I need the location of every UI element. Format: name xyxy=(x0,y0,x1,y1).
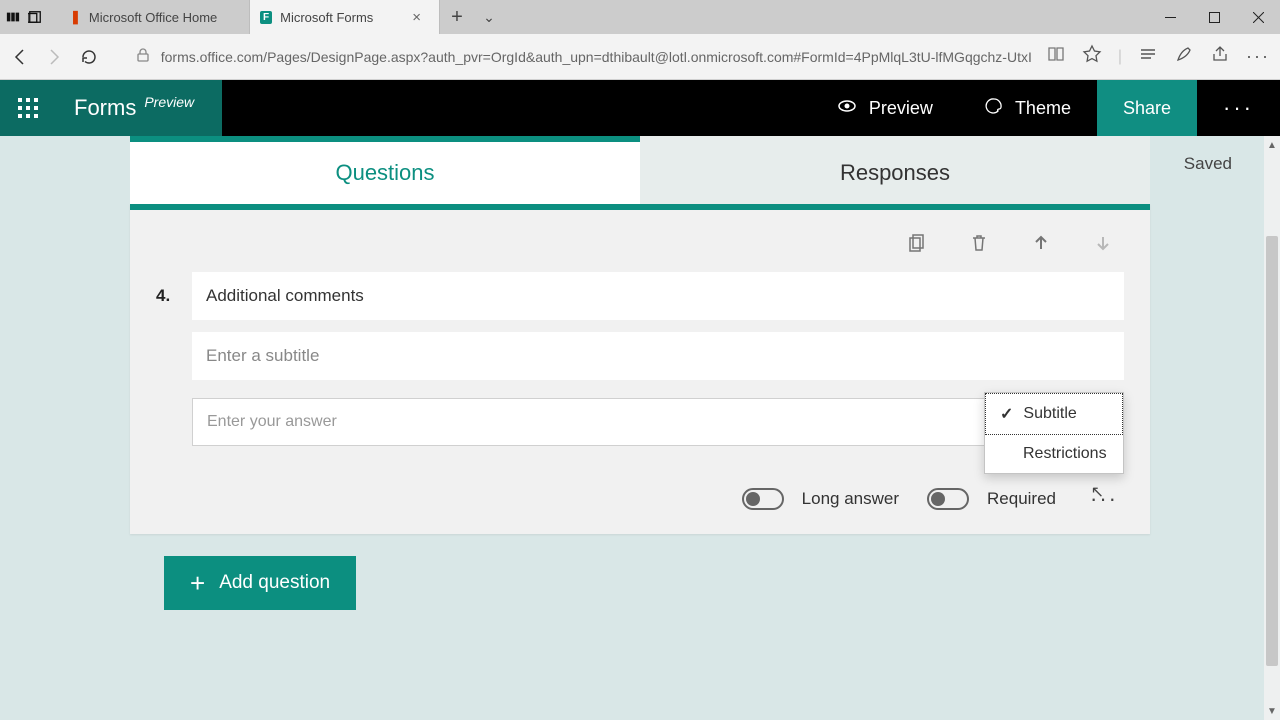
minimize-button[interactable] xyxy=(1148,0,1192,34)
add-question-label: Add question xyxy=(219,572,330,594)
menu-item-restrictions[interactable]: Restrictions xyxy=(985,435,1123,473)
lock-icon[interactable] xyxy=(135,47,151,66)
browser-toolbar: forms.office.com/Pages/DesignPage.aspx?a… xyxy=(0,34,1280,80)
browser-tab-forms[interactable]: F Microsoft Forms × xyxy=(250,0,440,34)
window-titlebar: ❚ Microsoft Office Home F Microsoft Form… xyxy=(0,0,1280,34)
question-options-menu: Subtitle Restrictions xyxy=(984,392,1124,474)
long-answer-toggle[interactable] xyxy=(742,488,784,510)
scroll-down-icon[interactable]: ▼ xyxy=(1264,702,1280,720)
cursor-icon: ↖ xyxy=(1091,482,1106,502)
eye-icon xyxy=(837,96,857,121)
notes-icon[interactable] xyxy=(1174,44,1194,69)
forms-icon: F xyxy=(260,11,272,24)
tab-dropdown-button[interactable]: ⌄ xyxy=(474,0,504,34)
required-toggle[interactable] xyxy=(927,488,969,510)
tab-label: Microsoft Office Home xyxy=(89,10,217,25)
move-up-button[interactable] xyxy=(1030,232,1052,254)
refresh-button[interactable] xyxy=(79,44,99,70)
reading-view-icon[interactable] xyxy=(1046,44,1066,69)
windows-icon[interactable] xyxy=(28,10,42,24)
long-answer-label: Long answer xyxy=(802,489,899,509)
tab-label: Microsoft Forms xyxy=(280,10,373,25)
menu-item-subtitle[interactable]: Subtitle xyxy=(985,393,1123,435)
brand[interactable]: Forms Preview xyxy=(56,80,222,136)
office-icon: ❚ xyxy=(70,9,81,25)
close-window-button[interactable] xyxy=(1236,0,1280,34)
add-question-button[interactable]: + Add question xyxy=(164,556,356,610)
preview-label: Preview xyxy=(869,98,933,119)
preview-button[interactable]: Preview xyxy=(811,80,959,136)
save-status: Saved xyxy=(1184,154,1232,174)
header-more-button[interactable]: ··· xyxy=(1197,95,1280,121)
move-down-button[interactable] xyxy=(1092,232,1114,254)
app-launcher-button[interactable] xyxy=(0,80,56,136)
tab-responses[interactable]: Responses xyxy=(640,136,1150,204)
theme-label: Theme xyxy=(1015,98,1071,119)
delete-question-button[interactable] xyxy=(968,232,990,254)
address-url[interactable]: forms.office.com/Pages/DesignPage.aspx?a… xyxy=(161,49,1032,65)
share-label: Share xyxy=(1123,98,1171,119)
tab-questions[interactable]: Questions xyxy=(130,136,640,204)
question-subtitle-input[interactable] xyxy=(192,332,1124,380)
app-header: Forms Preview Preview Theme Share ··· xyxy=(0,80,1280,136)
hub-icon[interactable] xyxy=(1138,44,1158,69)
brand-title: Forms xyxy=(74,95,136,121)
question-number: 4. xyxy=(156,272,176,306)
close-tab-icon[interactable]: × xyxy=(412,9,421,26)
maximize-button[interactable] xyxy=(1192,0,1236,34)
required-label: Required xyxy=(987,489,1056,509)
brand-subtitle: Preview xyxy=(144,94,194,110)
back-button[interactable] xyxy=(10,44,30,70)
page-body: Saved Questions Responses 4. xyxy=(0,136,1280,720)
palette-icon xyxy=(985,97,1003,120)
share-page-icon[interactable] xyxy=(1210,44,1230,69)
question-editor: 4. Enter your answer Subtitle Restrictio… xyxy=(130,204,1150,470)
question-footer: Long answer Required ··· ↖ xyxy=(130,470,1150,534)
favorites-icon[interactable] xyxy=(1082,44,1102,69)
scroll-up-icon[interactable]: ▲ xyxy=(1264,136,1280,154)
new-tab-button[interactable]: + xyxy=(440,0,474,34)
page-scrollbar[interactable]: ▲ ▼ xyxy=(1264,136,1280,720)
taskview-icon[interactable] xyxy=(6,10,20,24)
more-browser-icon[interactable]: ··· xyxy=(1246,46,1270,67)
copy-question-button[interactable] xyxy=(906,232,928,254)
question-more-button[interactable]: ··· ↖ xyxy=(1084,486,1124,512)
share-button[interactable]: Share xyxy=(1097,80,1197,136)
scroll-thumb[interactable] xyxy=(1266,236,1278,666)
browser-tab-office-home[interactable]: ❚ Microsoft Office Home xyxy=(60,0,250,34)
forward-button xyxy=(44,44,64,70)
theme-button[interactable]: Theme xyxy=(959,80,1097,136)
question-title-input[interactable] xyxy=(192,272,1124,320)
